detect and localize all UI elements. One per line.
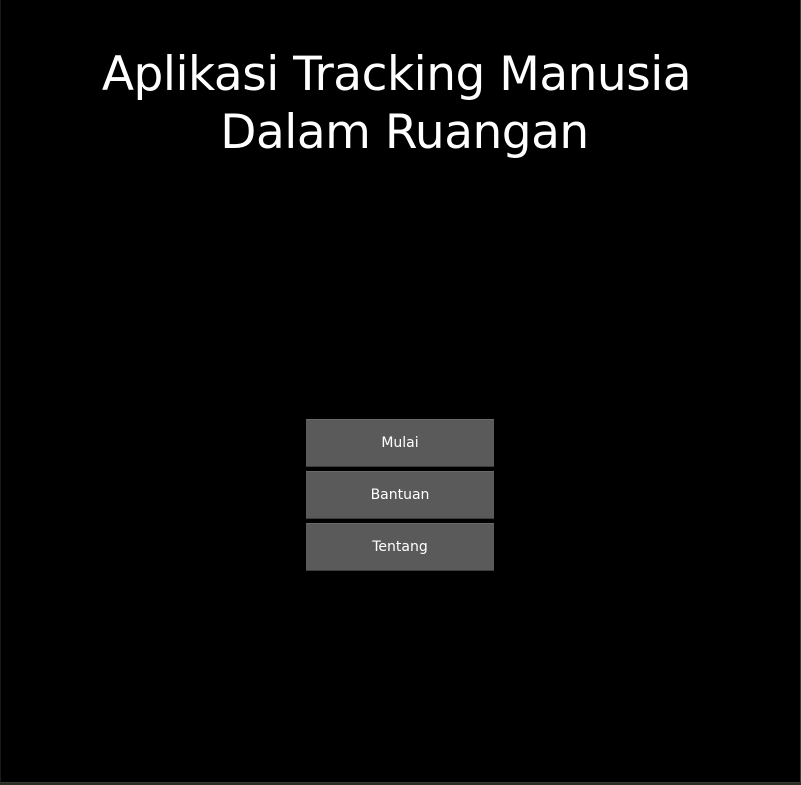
- app-window: Aplikasi Tracking Manusia Dalam Ruangan …: [0, 0, 801, 783]
- app-title-line-1: Aplikasi Tracking Manusia: [101, 47, 692, 102]
- help-button[interactable]: Bantuan: [306, 471, 494, 519]
- main-menu: Mulai Bantuan Tentang: [306, 419, 494, 575]
- start-button[interactable]: Mulai: [306, 419, 494, 467]
- about-button[interactable]: Tentang: [306, 523, 494, 571]
- app-title-line-2: Dalam Ruangan: [220, 105, 589, 160]
- app-title: Aplikasi Tracking Manusia Dalam Ruangan: [1, 46, 800, 162]
